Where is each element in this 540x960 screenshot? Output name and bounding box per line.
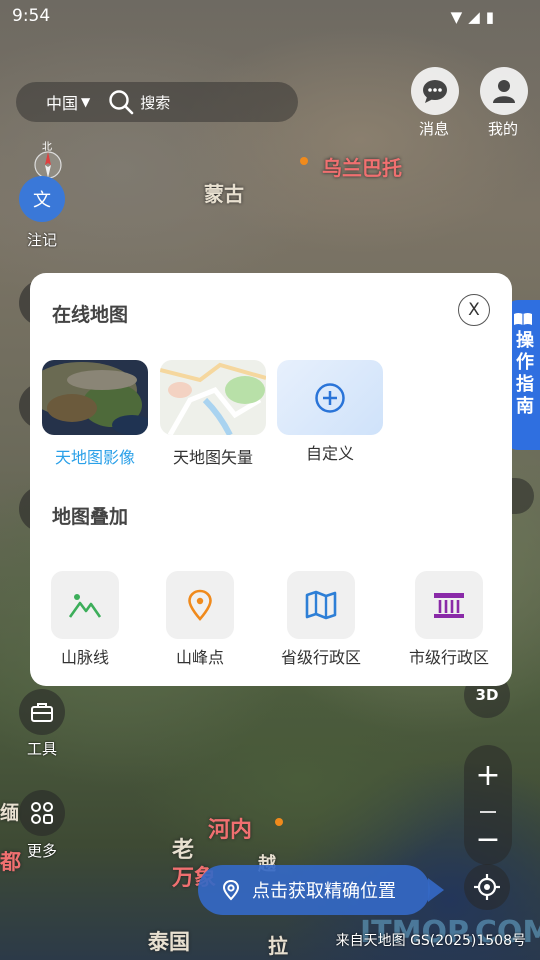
custom-map-label: 自定义 [305,444,354,463]
get-precise-location-label: 点击获取精确位置 [252,881,396,902]
wifi-icon: ▼ [450,8,469,26]
zoom-in-button[interactable]: + [464,755,512,795]
tools-label: 工具 [26,740,57,758]
city-boundary-label: 市级行政区 [408,648,489,667]
toolbox-icon [31,703,53,722]
location-pin-icon [222,879,240,901]
operation-guide-label: 操作指南 [513,330,534,418]
profile-label: 我的 [487,120,518,138]
map-overlay-title: 地图叠加 [52,506,129,528]
map-label-myanmar: 缅 [0,802,20,824]
map-label-hanoi: 河内 [208,818,253,843]
battery-icon: ▮ [485,8,500,26]
mountain-icon [68,594,102,618]
vector-thumbnail-image [160,360,266,435]
provincial-boundary-toggle[interactable] [287,571,355,639]
my-location-button[interactable] [464,864,510,910]
compass-north-label: 北 [42,142,52,153]
folded-map-icon [305,590,337,620]
city-dot-hanoi [275,818,283,826]
map-layer-panel: 在线地图 X 天地图影像 天地图矢量 自定义 地图叠加 山脉线 山峰点 省级行政… [30,273,512,686]
zoom-control: + − [464,745,512,865]
user-icon [493,80,515,103]
signal-icon: ◢ [468,8,486,26]
satellite-map-label: 天地图影像 [54,448,135,467]
mountain-peaks-toggle[interactable] [166,571,234,639]
map-credit: 来自天地图 GS(2025)1508号 [335,933,526,949]
search-input[interactable]: 搜索 [140,92,170,113]
city-boundary-toggle[interactable] [415,571,483,639]
caret-down-icon[interactable]: ▼ [81,95,90,109]
vector-map-label: 天地图矢量 [172,448,253,467]
status-time: 9:54 [12,6,51,26]
map-label-thailand: 泰国 [148,930,190,954]
satellite-map-thumbnail[interactable] [42,360,148,435]
tools-button[interactable] [19,689,65,735]
custom-map-tile[interactable] [277,360,383,435]
zoom-divider [480,811,496,813]
satellite-thumbnail-image [42,360,148,435]
annotation-button[interactable]: 文 [19,176,65,222]
location-pin-icon [188,589,212,621]
grid-more-icon [31,802,53,824]
close-button[interactable]: X [458,294,490,326]
three-d-label: 3D [475,686,499,704]
chat-bubble-icon [423,80,447,103]
region-selector[interactable]: 中国 [46,90,78,114]
zoom-out-button[interactable]: − [464,819,512,859]
messages-label: 消息 [418,120,449,138]
search-bar[interactable]: 中国 ▼ 搜索 [16,82,298,122]
mountain-peaks-label: 山峰点 [175,648,224,667]
status-icons: ▼◢▮ [451,8,500,26]
map-label-ulaanbaatar: 乌兰巴托 [322,156,402,180]
messages-button[interactable] [411,67,459,115]
government-building-icon [434,593,464,618]
get-precise-location-button[interactable]: 点击获取精确位置 [198,865,444,915]
crosshair-icon [474,874,500,900]
mountain-lines-label: 山脉线 [60,648,109,667]
more-button[interactable] [19,790,65,836]
annotation-text-icon: 文 [33,190,51,211]
book-icon [514,313,532,325]
map-label-mongolia: 蒙古 [204,182,244,206]
add-circle-icon [315,382,345,413]
online-map-title: 在线地图 [52,304,129,326]
search-icon [109,90,134,115]
profile-button[interactable] [480,67,528,115]
map-label-cambodia: 拉 [268,934,288,958]
vector-map-thumbnail[interactable] [160,360,266,435]
provincial-boundary-label: 省级行政区 [280,648,361,667]
annotation-label: 注记 [26,231,57,249]
more-label: 更多 [26,842,57,860]
city-dot [300,157,308,165]
mountain-lines-toggle[interactable] [51,571,119,639]
